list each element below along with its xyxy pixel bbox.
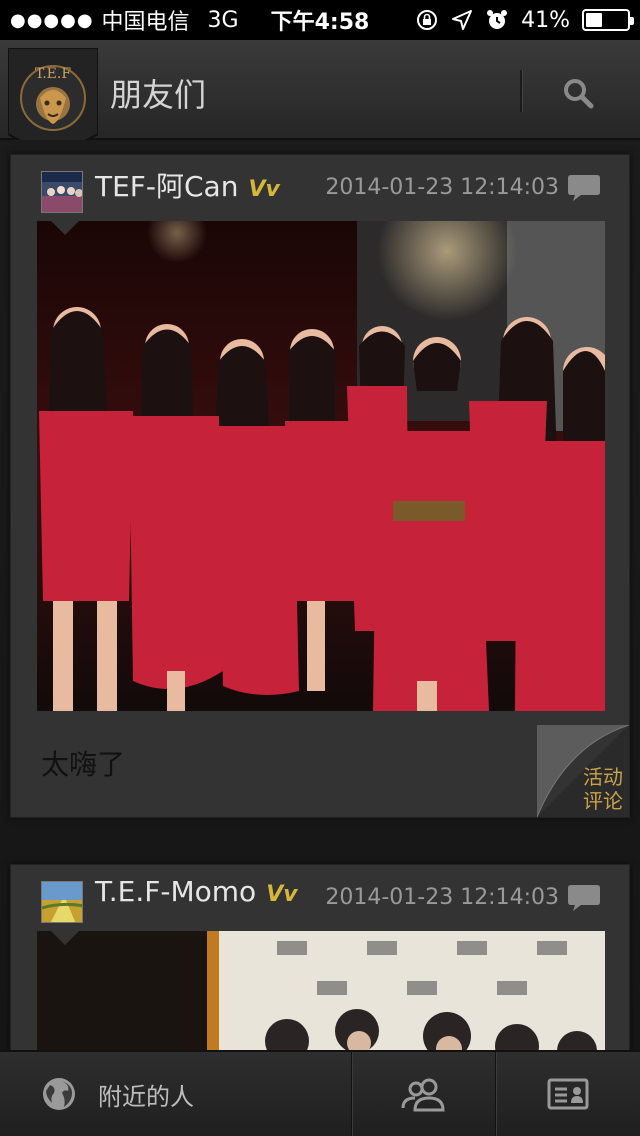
photo-notch: [51, 221, 79, 235]
tab-label: 附近的人: [98, 1082, 194, 1111]
location-arrow-icon: [452, 10, 473, 30]
comment-bubble-icon[interactable]: [567, 883, 601, 913]
logo-text: T.E.F: [35, 66, 71, 82]
battery-icon: [582, 9, 634, 31]
bottom-tab-bar: 附近的人: [0, 1050, 640, 1136]
header-divider: [520, 70, 522, 112]
curl-label: 活动 评论: [583, 765, 623, 813]
feed-list[interactable]: TEF-阿Can Vv 2014-01-23 12:14:03 太嗨了 活动 评…: [0, 140, 640, 1050]
globe-icon: [43, 1078, 75, 1110]
avatar[interactable]: [41, 171, 83, 213]
curl-label-activity: 活动: [583, 765, 623, 789]
network-type: 3G: [207, 7, 239, 33]
carrier-name: 中国电信: [101, 10, 190, 35]
post-text: 太嗨了: [41, 748, 126, 781]
status-left: ●●●●● 中国电信 3G: [10, 4, 239, 36]
tab-nearby-people[interactable]: 附近的人: [0, 1052, 352, 1136]
activity-comment-button[interactable]: 活动 评论: [537, 725, 629, 817]
tab-friends[interactable]: [352, 1052, 496, 1136]
id-card-icon: [547, 1078, 589, 1110]
alarm-icon: [487, 10, 508, 29]
comment-bubble-icon[interactable]: [567, 173, 601, 203]
battery-percent: 41%: [521, 7, 570, 33]
curl-label-comment: 评论: [583, 789, 623, 813]
tab-profile-card[interactable]: [496, 1052, 640, 1136]
post-card[interactable]: T.E.F-Momo Vv 2014-01-23 12:14:03: [10, 864, 630, 1050]
photo-notch: [51, 931, 79, 945]
status-bar: ●●●●● 中国电信 3G 下午4:58 41%: [0, 0, 640, 40]
battery-level: [586, 13, 603, 27]
rotation-lock-icon: [417, 10, 438, 30]
post-username[interactable]: T.E.F-Momo Vv: [95, 875, 298, 908]
post-timestamp: 2014-01-23 12:14:03: [325, 175, 559, 200]
search-icon: [564, 79, 594, 109]
vip-badge: Vv: [248, 177, 280, 202]
post-timestamp: 2014-01-23 12:14:03: [325, 885, 559, 910]
vip-badge: Vv: [266, 882, 298, 907]
signal-strength-icon: ●●●●●: [10, 9, 94, 31]
username-text[interactable]: T.E.F-Momo: [95, 875, 256, 908]
post-card[interactable]: TEF-阿Can Vv 2014-01-23 12:14:03 太嗨了 活动 评…: [10, 154, 630, 818]
post-photo[interactable]: [37, 931, 605, 1050]
avatar[interactable]: [41, 881, 83, 923]
people-icon: [401, 1078, 445, 1112]
post-username[interactable]: TEF-阿Can Vv: [95, 165, 280, 205]
header: T.E.F 朋友们: [0, 40, 640, 160]
status-right: 41%: [415, 7, 634, 33]
page-title: 朋友们: [110, 76, 207, 114]
search-button[interactable]: [548, 68, 608, 118]
post-photo[interactable]: [37, 221, 605, 711]
username-text[interactable]: TEF-阿Can: [95, 170, 238, 203]
